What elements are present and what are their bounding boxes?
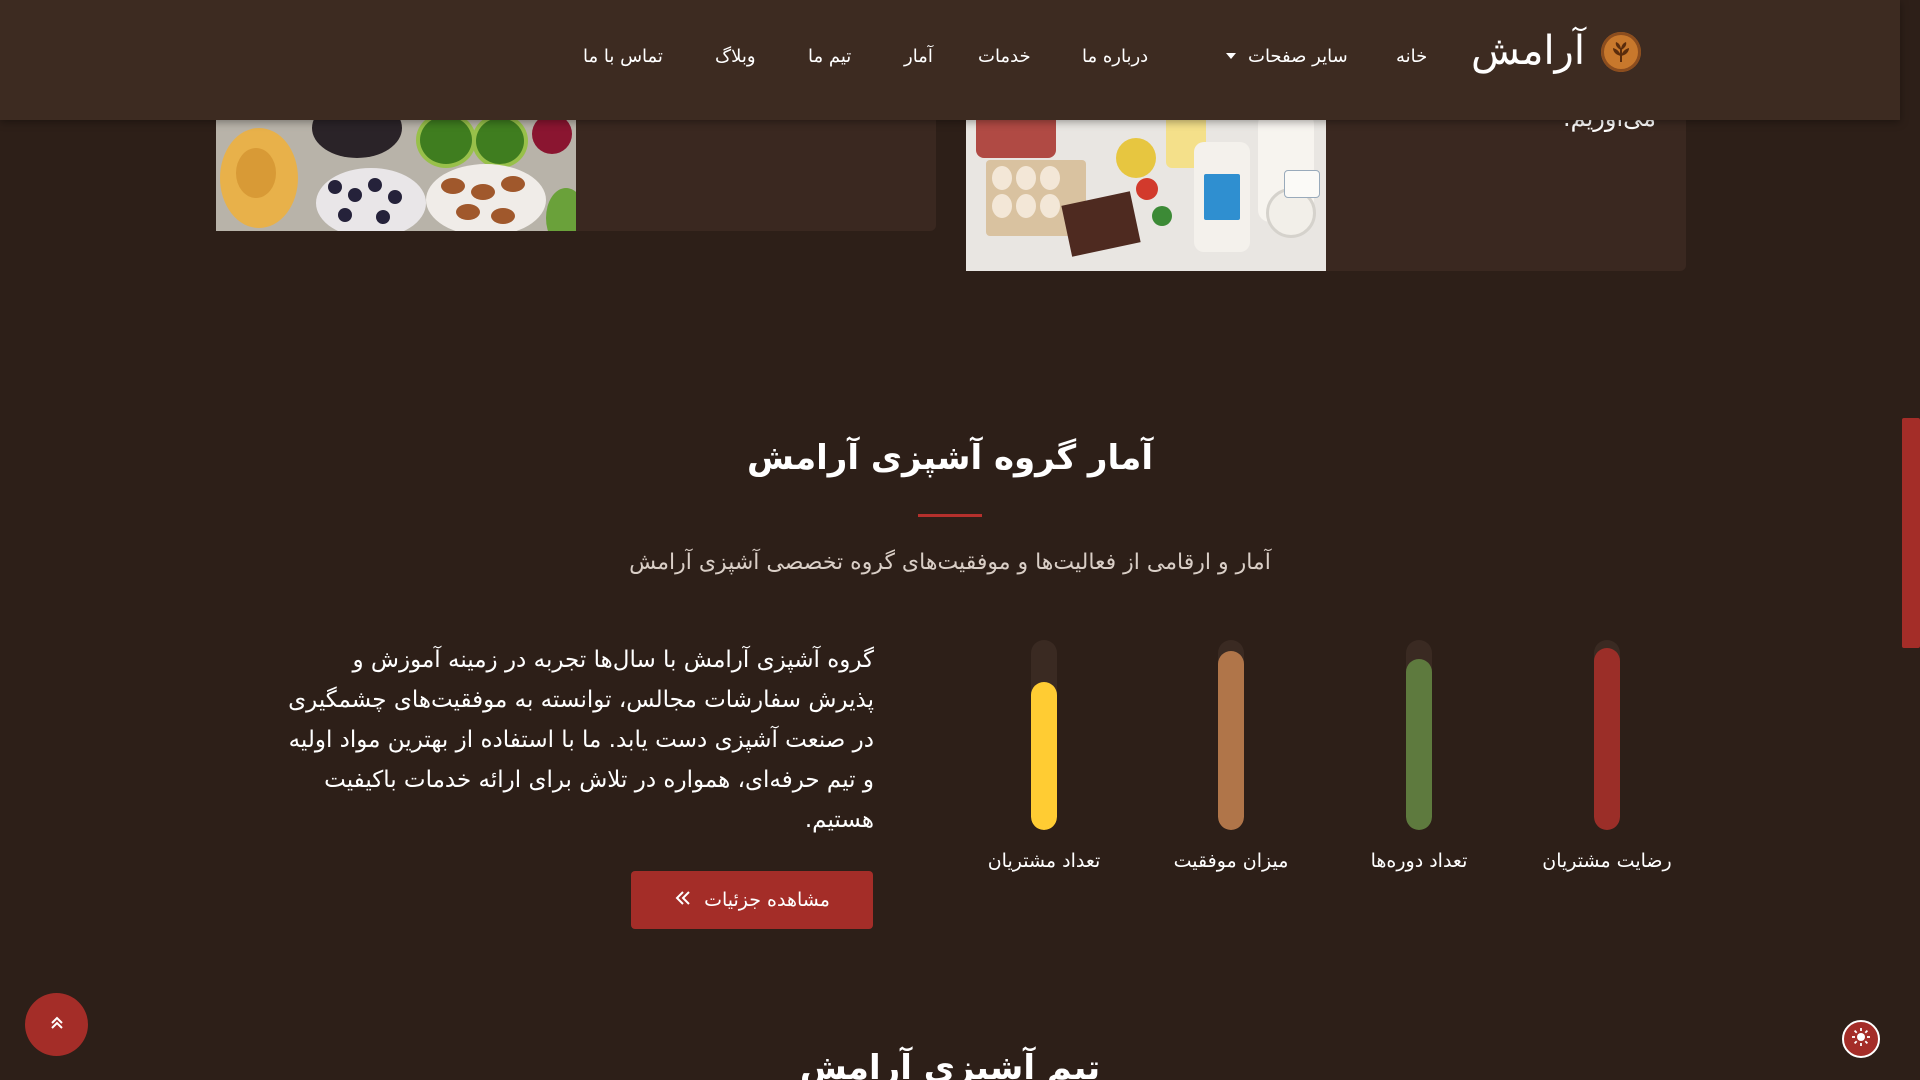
scrollbar-thumb[interactable] — [1902, 418, 1920, 648]
chevron-down-icon[interactable] — [1226, 53, 1236, 59]
view-details-button[interactable]: مشاهده جزئیات — [631, 871, 873, 929]
stat-label-customer-satisfaction: رضایت مشتریان — [1542, 850, 1672, 872]
stat-label-success-rate: میزان موفقیت — [1173, 850, 1289, 872]
stat-bar-fill — [1406, 659, 1432, 830]
brand-name[interactable]: آرامش — [1470, 28, 1586, 74]
dairy-protein-image — [966, 118, 1326, 271]
stats-description: گروه آشپزی آرامش با سال‌ها تجربه در زمین… — [288, 647, 874, 833]
sun-icon — [1851, 1027, 1871, 1051]
stat-bar-fill — [1031, 682, 1057, 830]
view-details-label: مشاهده جزئیات — [704, 889, 830, 911]
top-navbar: آرامش خانه سایر صفحات درباره ما خدمات آم… — [0, 0, 1900, 120]
stat-bar-success-rate — [1218, 640, 1244, 830]
nav-link-blog[interactable]: وبلاگ — [715, 46, 756, 67]
stat-label-course-count: تعداد دوره‌ها — [1370, 850, 1468, 872]
title-divider — [918, 514, 982, 517]
nav-link-services[interactable]: خدمات — [978, 46, 1031, 67]
nav-link-team[interactable]: تیم ما — [808, 46, 851, 67]
stats-section-subtitle: آمار و ارقامی از فعالیت‌ها و موفقیت‌های … — [629, 550, 1271, 575]
nav-link-about[interactable]: درباره ما — [1082, 46, 1148, 67]
double-chevron-up-icon — [48, 1014, 66, 1036]
team-section-title: تیم آشپزی آرامش — [799, 1048, 1101, 1080]
stat-bar-course-count — [1406, 640, 1432, 830]
nav-link-contact[interactable]: تماس با ما — [583, 46, 663, 67]
stats-section-title: آمار گروه آشپزی آرامش — [747, 438, 1153, 478]
double-chevron-left-icon — [674, 889, 692, 912]
stat-bar-fill — [1594, 648, 1620, 830]
nav-link-stats[interactable]: آمار — [904, 46, 933, 67]
nav-link-other-pages[interactable]: سایر صفحات — [1248, 46, 1348, 67]
back-to-top-button[interactable] — [25, 993, 88, 1056]
stat-label-customer-count: تعداد مشتریان — [987, 850, 1101, 872]
stat-bar-fill — [1218, 651, 1244, 830]
stat-bar-customer-count — [1031, 640, 1057, 830]
brand-logo-icon[interactable] — [1601, 32, 1641, 72]
stat-bar-customer-satisfaction — [1594, 640, 1620, 830]
nav-link-home[interactable]: خانه — [1396, 46, 1427, 67]
theme-toggle-button[interactable] — [1842, 1020, 1880, 1058]
fruits-vegetables-image — [216, 118, 576, 231]
